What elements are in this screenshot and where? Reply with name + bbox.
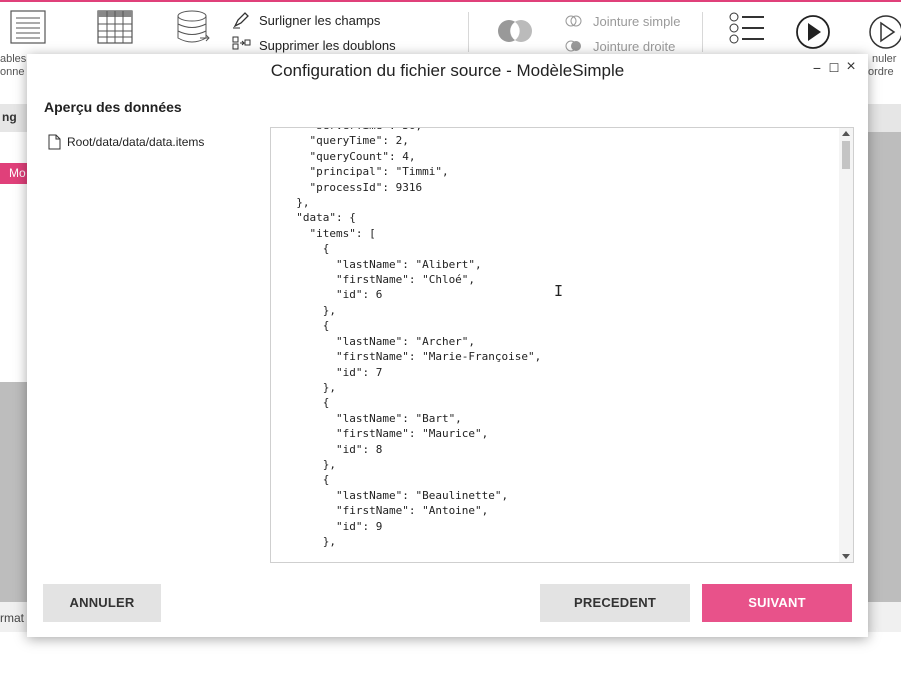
preview-scrollbar[interactable]: [839, 128, 853, 562]
run-icon[interactable]: [795, 14, 831, 55]
json-preview-panel[interactable]: "serverTime": 36, "queryTime": 2, "query…: [270, 127, 854, 563]
pink-tag-label: Mo: [9, 166, 26, 180]
scroll-up-arrow-icon[interactable]: [842, 131, 850, 136]
ribbon-label-right: nuler: [872, 53, 897, 65]
scroll-down-arrow-icon[interactable]: [842, 554, 850, 559]
data-preview-heading: Aperçu des données: [44, 99, 182, 115]
background-pink-tag[interactable]: Mo: [0, 163, 27, 184]
dialog-title: Configuration du fichier source - Modèle…: [270, 61, 625, 80]
ribbon-label-left: ables: [0, 53, 27, 65]
grid-icon[interactable]: [97, 10, 133, 49]
steps-list-icon[interactable]: [728, 12, 768, 53]
highlighter-icon[interactable]: [232, 11, 250, 34]
background-gray-panel: [0, 382, 27, 602]
ribbon-label-right-2: ordre: [868, 66, 894, 78]
join-simple-icon[interactable]: [565, 14, 583, 33]
join-simple-button[interactable]: Jointure simple: [593, 14, 680, 29]
source-config-dialog: Configuration du fichier source - Modèle…: [27, 54, 868, 637]
ribbon-divider: [468, 12, 469, 52]
tree-item-label: Root/data/data/data.items: [67, 135, 205, 149]
tree-item-data-items[interactable]: Root/data/data/data.items: [48, 133, 204, 151]
table-list-icon[interactable]: [10, 10, 46, 49]
run-outline-icon[interactable]: [868, 14, 901, 55]
background-format-label: rmat: [0, 611, 24, 625]
maximize-button[interactable]: ☐: [826, 61, 842, 75]
file-icon: [48, 134, 61, 150]
background-gray-panel-right: [868, 132, 901, 602]
remove-duplicates-icon[interactable]: [232, 35, 252, 56]
next-button[interactable]: SUIVANT: [702, 584, 852, 622]
join-right-button[interactable]: Jointure droite: [593, 39, 675, 54]
ribbon-divider: [702, 12, 703, 52]
cancel-button[interactable]: ANNULER: [43, 584, 161, 622]
previous-button[interactable]: PRECEDENT: [540, 584, 690, 622]
remove-duplicates-button[interactable]: Supprimer les doublons: [259, 38, 396, 53]
scroll-thumb[interactable]: [842, 141, 850, 169]
ribbon-label-left-2: onne: [0, 66, 25, 78]
database-icon[interactable]: [176, 10, 212, 51]
minimize-button[interactable]: −: [809, 60, 825, 76]
join-venn-icon[interactable]: [496, 18, 536, 49]
highlight-fields-button[interactable]: Surligner les champs: [259, 13, 380, 28]
close-button[interactable]: ×: [843, 58, 859, 76]
json-preview-text: "serverTime": 36, "queryTime": 2, "query…: [296, 128, 542, 548]
background-tab-label[interactable]: ng: [2, 110, 17, 124]
background-tab-row-right: [868, 104, 901, 132]
text-cursor-icon: I: [554, 282, 564, 300]
